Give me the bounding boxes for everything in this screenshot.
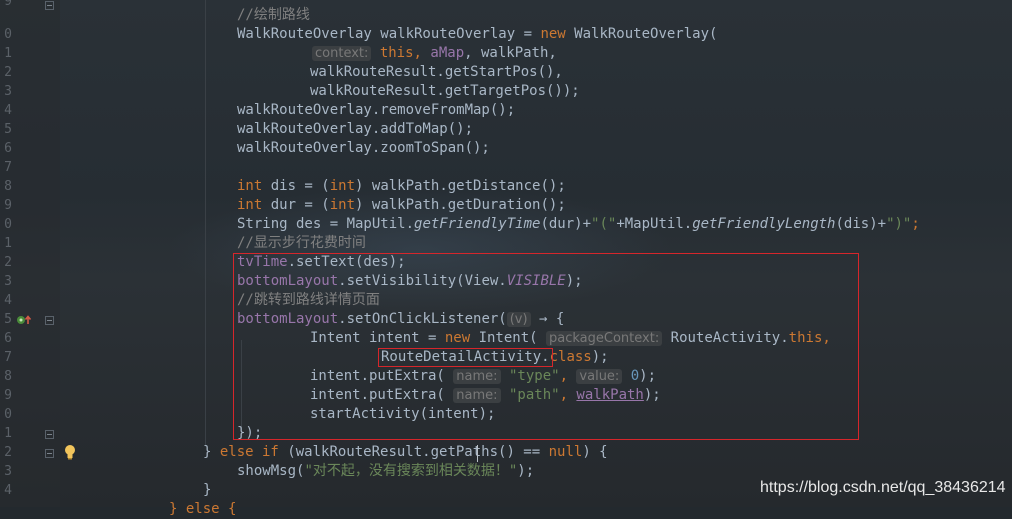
line-number: 3 [4, 84, 12, 99]
code-line: walkRouteOverlay.removeFromMap(); [237, 102, 516, 118]
line-number: 1 [4, 236, 12, 251]
code-line: } else { [169, 501, 237, 517]
line-number: 9 [4, 388, 12, 403]
code-line: showMsg("对不起，没有搜索到相关数据！"); [237, 463, 535, 479]
line-number: 0 [4, 27, 12, 42]
line-number: 0 [4, 407, 12, 422]
line-number: 7 [4, 350, 12, 365]
code-line: walkRouteResult.getStartPos(), [310, 64, 563, 80]
fold-marker-icon[interactable] [45, 449, 54, 458]
code-line: } else if (walkRouteResult.getPaths() ==… [203, 444, 608, 460]
highlight-box [233, 253, 859, 440]
code-line: int dis = (int) walkPath.getDistance(); [237, 178, 566, 194]
line-number: 4 [4, 103, 12, 118]
code-line: context: this, aMap, walkPath, [312, 44, 557, 63]
line-number: 7 [4, 160, 12, 175]
line-number: 3 [4, 464, 12, 479]
class-highlight-box [378, 348, 553, 367]
line-number: 4 [4, 483, 12, 498]
line-number: 6 [4, 141, 12, 156]
fold-marker-icon[interactable] [45, 316, 54, 325]
line-number: 6 [4, 331, 12, 346]
line-number: 2 [4, 65, 12, 80]
watermark-text: https://blog.csdn.net/qq_38436214 [760, 479, 1006, 496]
override-marker-icon[interactable] [16, 314, 34, 326]
code-line: walkRouteResult.getTargetPos()); [310, 83, 580, 99]
line-number: 2 [4, 255, 12, 270]
line-number: 5 [4, 312, 12, 327]
code-line: } [203, 482, 212, 498]
line-number: 8 [4, 179, 12, 194]
line-number: 5 [4, 122, 12, 137]
line-number: 1 [4, 46, 12, 61]
line-number: 2 [4, 445, 12, 460]
line-number: 1 [4, 426, 12, 441]
code-comment: //显示步行花费时间 [237, 235, 366, 251]
parameter-hint: context: [312, 46, 372, 61]
line-number: 0 [4, 217, 12, 232]
line-number: 9 [4, 0, 12, 9]
fold-marker-icon[interactable] [45, 1, 54, 10]
code-comment: //绘制路线 [237, 7, 310, 23]
fold-marker-icon[interactable] [45, 430, 54, 439]
line-number: 9 [4, 198, 12, 213]
indent-guide [205, 0, 206, 445]
code-line: walkRouteOverlay.addToMap(); [237, 121, 474, 137]
code-line: String des = MapUtil.getFriendlyTime(dur… [237, 216, 920, 232]
line-number: 8 [4, 369, 12, 384]
line-number: 3 [4, 274, 12, 289]
code-line: walkRouteOverlay.zoomToSpan(); [237, 140, 490, 156]
code-line: WalkRouteOverlay walkRouteOverlay = new … [237, 26, 718, 42]
lightbulb-icon[interactable] [64, 444, 76, 460]
text-caret [477, 445, 478, 462]
code-line: int dur = (int) walkPath.getDuration(); [237, 197, 566, 213]
line-number: 4 [4, 293, 12, 308]
